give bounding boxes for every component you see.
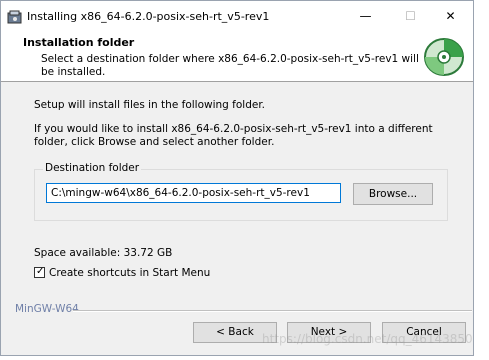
browse-button[interactable]: Browse... [353,183,433,205]
create-shortcuts-checkbox[interactable]: ✓ [34,266,45,278]
page-title: Installation folder [23,36,135,49]
checkmark-icon: ✓ [36,266,45,277]
title-bar[interactable]: Installing x86_64-6.2.0-posix-seh-rt_v5-… [1,1,473,31]
installer-window: Installing x86_64-6.2.0-posix-seh-rt_v5-… [0,0,474,356]
page-header: Installation folder Select a destination… [1,31,473,82]
destination-folder-label: Destination folder [43,162,142,174]
minimize-button[interactable]: — [343,1,388,31]
cd-disc-icon [422,35,466,77]
brand-label: MinGW-W64 [15,303,79,315]
maximize-button[interactable]: ☐ [388,1,433,31]
footer-divider [73,310,472,312]
create-shortcuts-label[interactable]: Create shortcuts in Start Menu [49,267,210,279]
close-button[interactable]: ✕ [428,1,473,31]
window-title: Installing x86_64-6.2.0-posix-seh-rt_v5-… [27,10,270,23]
installer-app-icon [7,10,23,24]
space-available-text: Space available: 33.72 GB [34,247,173,259]
browse-hint-text: If you would like to install x86_64-6.2.… [34,123,433,148]
install-info-text: Setup will install files in the followin… [34,99,266,111]
watermark-text: https://blog.csdn.net/qq_46143850 [262,332,473,346]
destination-path-input[interactable]: C:\mingw-w64\x86_64-6.2.0-posix-seh-rt_v… [46,183,341,203]
page-subtitle: Select a destination folder where x86_64… [41,53,419,78]
